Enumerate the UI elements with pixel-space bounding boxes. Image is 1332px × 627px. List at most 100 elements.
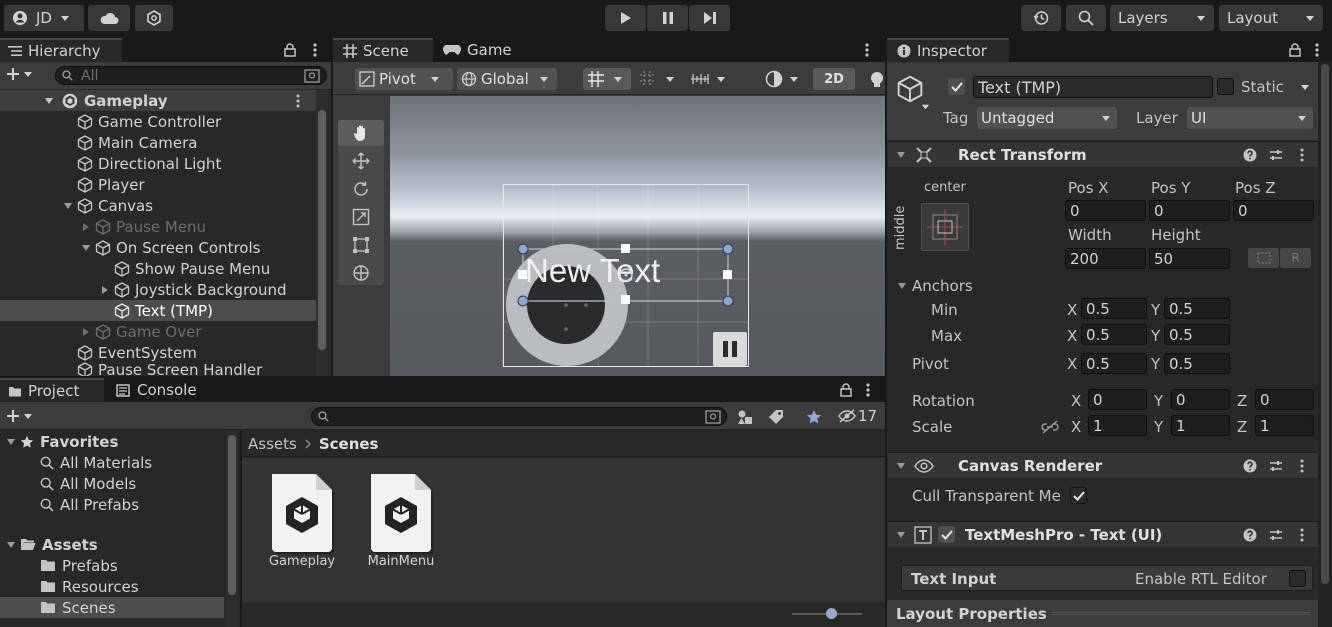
object-name-field[interactable]: Text (TMP) [973,76,1213,98]
tab-hierarchy[interactable]: Hierarchy [0,38,122,62]
more-menu-icon[interactable] [296,94,300,108]
lock-icon[interactable] [840,383,852,397]
rect-transform-gizmo[interactable] [390,96,885,376]
scene-row-gameplay[interactable]: Gameplay [0,90,316,111]
move-tool-button[interactable] [338,148,384,174]
rect-tool-button[interactable] [338,232,384,258]
static-checkbox[interactable] [1217,78,1234,95]
search-options-icon[interactable] [304,69,320,83]
scroll-thumb[interactable] [1321,64,1329,584]
pivot-y-field[interactable]: 0.5 [1164,353,1230,374]
width-field[interactable]: 200 [1065,248,1146,269]
zoom-slider-thumb[interactable] [826,608,837,619]
shading-mode-button[interactable] [761,68,807,90]
hierarchy-item[interactable]: EventSystem [0,342,316,363]
textmeshpro-header[interactable]: TextMeshPro - Text (UI) [888,521,1318,547]
transform-tool-button[interactable] [338,260,384,286]
hierarchy-item[interactable]: Pause Screen Handler [0,362,316,376]
expand-arrow-icon[interactable] [63,201,73,211]
hierarchy-item[interactable]: On Screen Controls [0,237,316,258]
expand-arrow-icon[interactable] [81,243,91,253]
chevron-down-icon[interactable] [921,102,930,111]
rect-transform-header[interactable]: Rect Transform [888,141,1318,167]
help-icon[interactable] [1243,459,1257,473]
hierarchy-item[interactable]: Canvas [0,195,316,216]
search-options-icon[interactable] [705,410,721,424]
asset-folder[interactable]: Prefabs [40,555,118,576]
more-menu-icon[interactable] [865,43,869,57]
height-field[interactable]: 50 [1149,248,1230,269]
breadcrumb-assets[interactable]: Assets [248,435,297,453]
hierarchy-item-selected[interactable]: Text (TMP) [0,300,316,321]
favorites-header[interactable]: Favorites [6,431,118,452]
search-button[interactable] [1066,5,1106,31]
account-dropdown[interactable]: JD [4,5,84,31]
collapse-arrow-icon[interactable] [81,327,91,337]
pivot-dropdown[interactable]: Pivot [355,68,453,90]
cull-transparent-checkbox[interactable] [1070,487,1087,504]
favorite-star-icon[interactable] [806,409,822,425]
help-icon[interactable] [1243,148,1257,162]
hierarchy-item[interactable]: Main Camera [0,132,316,153]
hierarchy-item[interactable]: Show Pause Menu [0,258,316,279]
blueprint-mode-button[interactable] [1248,248,1279,268]
more-menu-icon[interactable] [1300,528,1304,542]
collab-button[interactable] [135,5,173,31]
layer-dropdown[interactable]: UI [1187,107,1313,129]
favorite-item[interactable]: All Prefabs [40,494,139,515]
lock-icon[interactable] [1289,43,1301,57]
create-asset-button[interactable] [6,409,33,423]
asset-folder-selected[interactable]: Scenes [0,597,224,618]
expand-arrow-icon[interactable] [6,437,16,447]
expand-arrow-icon[interactable] [6,540,16,550]
hierarchy-scrollbar[interactable] [316,90,328,376]
chevron-down-icon[interactable] [1300,82,1310,92]
more-menu-icon[interactable] [1315,43,1319,57]
more-menu-icon[interactable] [313,43,317,57]
asset-folder[interactable]: Resources [40,576,139,597]
anchors-foldout[interactable]: Anchors [897,277,973,295]
scale-z-field[interactable]: 1 [1255,415,1314,436]
anchor-presets-button[interactable] [921,203,969,251]
project-tree-scrollbar[interactable] [226,431,238,627]
constrain-proportions-icon[interactable] [1041,420,1059,434]
play-button[interactable] [605,5,646,31]
scale-tool-button[interactable] [338,204,384,230]
preset-sliders-icon[interactable] [1269,528,1283,542]
rot-z-field[interactable]: 0 [1255,389,1314,410]
favorite-item[interactable]: All Materials [40,452,152,473]
hierarchy-item[interactable]: Pause Menu [0,216,316,237]
light-bulb-icon[interactable] [869,71,885,89]
rot-y-field[interactable]: 0 [1171,389,1230,410]
hidden-packages-toggle[interactable]: 17 [838,407,877,425]
mode-2d-button[interactable]: 2D [813,68,855,90]
pos-y-field[interactable]: 0 [1149,200,1230,221]
rotate-tool-button[interactable] [338,176,384,202]
tab-game[interactable]: Game [443,38,533,62]
hand-tool-button[interactable] [338,120,384,146]
filter-by-label-icon[interactable] [768,409,784,425]
min-x-field[interactable]: 0.5 [1081,298,1147,319]
max-y-field[interactable]: 0.5 [1164,324,1230,345]
hierarchy-item[interactable]: Game Controller [0,111,316,132]
more-menu-icon[interactable] [1300,459,1304,473]
enable-rtl-checkbox[interactable] [1289,570,1306,587]
scene-asset-mainmenu[interactable]: MainMenu [367,472,439,569]
favorite-item[interactable]: All Models [40,473,136,494]
scroll-thumb[interactable] [318,110,326,350]
preset-sliders-icon[interactable] [1269,459,1283,473]
tab-console[interactable]: Console [116,378,226,402]
hierarchy-item[interactable]: Game Over [0,321,316,342]
hierarchy-item[interactable]: Directional Light [0,153,316,174]
scene-asset-gameplay[interactable]: Gameplay [268,472,340,569]
scale-x-field[interactable]: 1 [1088,415,1147,436]
max-x-field[interactable]: 0.5 [1081,324,1147,345]
hierarchy-search-input[interactable]: All [55,66,327,85]
cloud-button[interactable] [88,5,130,31]
drag-handle[interactable] [1052,612,1310,615]
collapse-arrow-icon[interactable] [100,285,110,295]
hierarchy-item[interactable]: Joystick Background [0,279,316,300]
active-checkbox[interactable] [948,78,965,95]
tag-dropdown[interactable]: Untagged [977,107,1117,129]
scene-viewport[interactable]: New Text [390,96,885,376]
